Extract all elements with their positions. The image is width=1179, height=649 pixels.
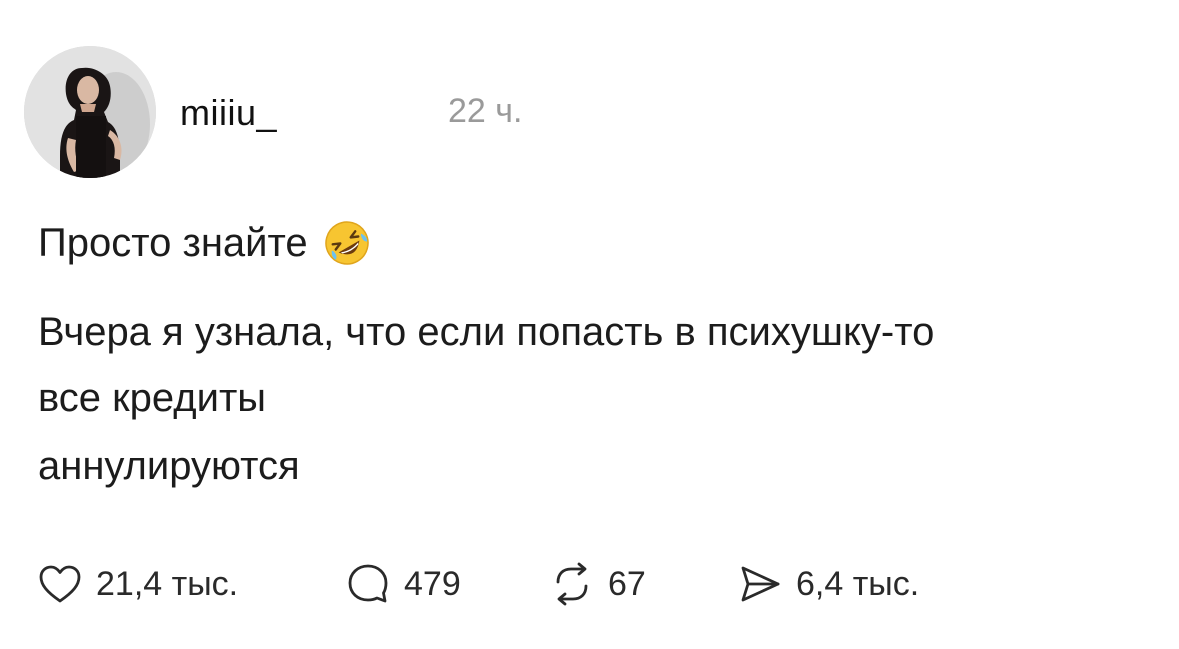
post-card: miiiu_ 22 ч. Просто знайте Вчера я узнал…: [0, 0, 1179, 649]
post-body-line: Вчера я узнала, что если попасть в психу…: [38, 310, 935, 354]
avatar-photo-icon: [24, 46, 156, 178]
post-body-line: аннулируются: [38, 444, 300, 488]
send-icon: [741, 566, 780, 602]
comment-icon: [348, 564, 388, 603]
author-username[interactable]: miiiu_: [180, 92, 277, 134]
repost-button[interactable]: 67: [548, 556, 646, 612]
rolling-on-floor-laughing-emoji-icon: [322, 218, 372, 268]
like-button[interactable]: 21,4 тыс.: [36, 556, 238, 612]
repost-icon: [556, 562, 588, 606]
share-button[interactable]: 6,4 тыс.: [736, 556, 919, 612]
post-title-text: Просто знайте: [38, 221, 308, 265]
comment-count: 479: [404, 564, 461, 603]
heart-icon: [39, 565, 81, 603]
author-avatar[interactable]: [24, 46, 156, 178]
comment-button[interactable]: 479: [344, 556, 461, 612]
post-title: Просто знайте: [38, 218, 372, 268]
share-count: 6,4 тыс.: [796, 564, 920, 603]
post-timestamp: 22 ч.: [448, 92, 523, 130]
like-count: 21,4 тыс.: [96, 564, 239, 603]
post-actions-bar: 21,4 тыс. 479 67 6,4 тыс.: [0, 556, 1179, 616]
post-body-line: все кредиты: [38, 376, 267, 420]
repost-count: 67: [608, 564, 646, 603]
